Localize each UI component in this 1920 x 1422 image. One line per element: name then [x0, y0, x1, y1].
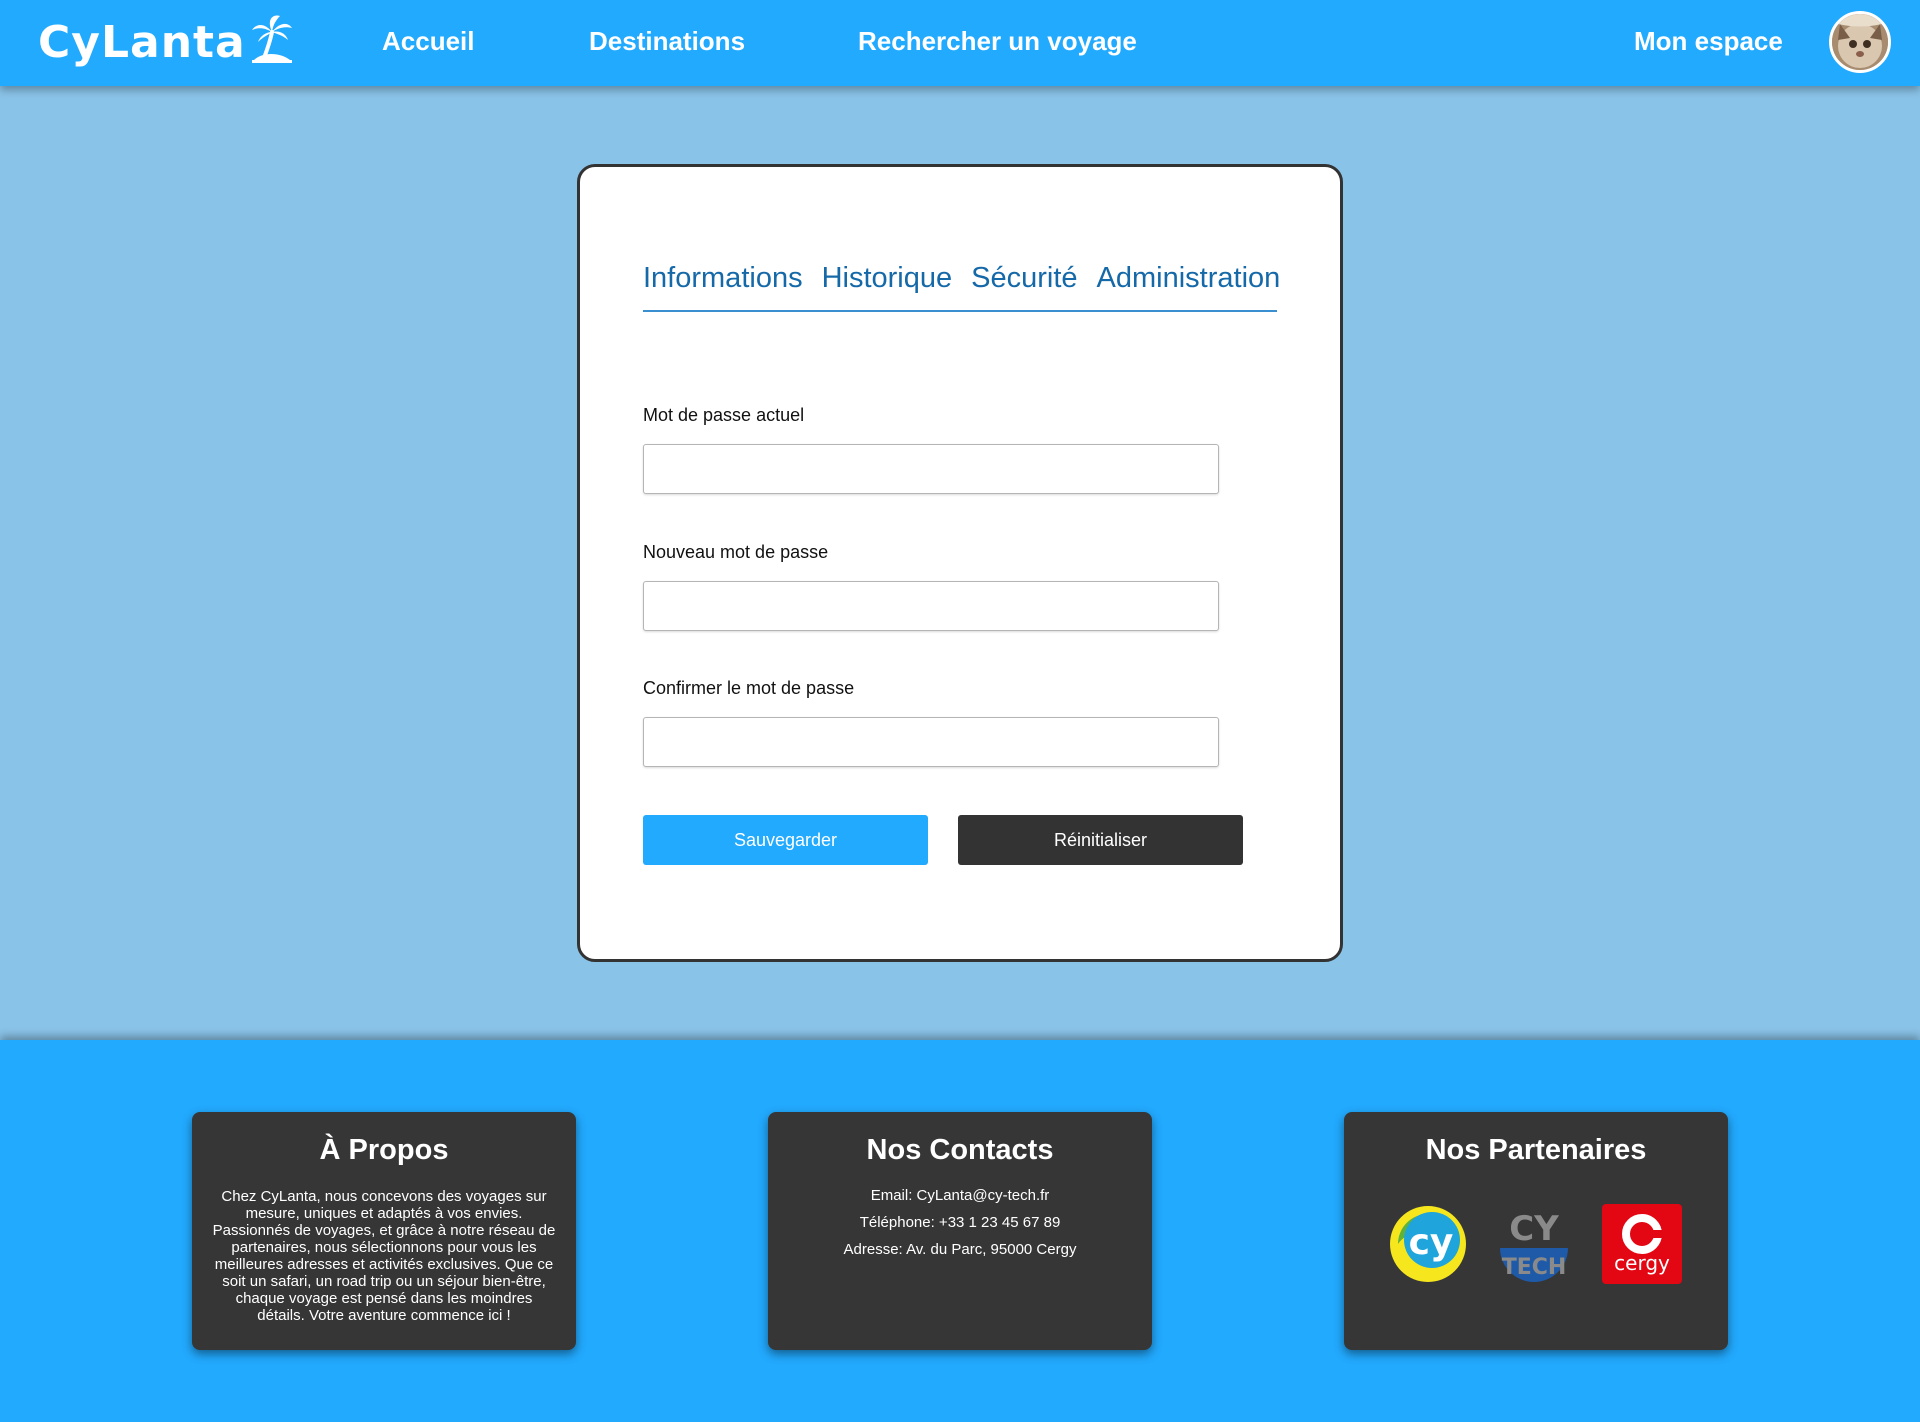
- footer-about-box: À Propos Chez CyLanta, nous concevons de…: [192, 1112, 576, 1350]
- tab-securite[interactable]: Sécurité: [971, 258, 1077, 298]
- svg-text:TECH: TECH: [1502, 1255, 1567, 1280]
- brand-name: CyLanta: [38, 16, 246, 68]
- about-text: Chez CyLanta, nous concevons des voyages…: [212, 1188, 556, 1324]
- partner-logos: cy CY TECH cergy: [1344, 1204, 1728, 1284]
- contacts-title: Nos Contacts: [866, 1134, 1054, 1166]
- contact-address: Adresse: Av. du Parc, 95000 Cergy: [843, 1241, 1077, 1258]
- nav-link-rechercher-voyage[interactable]: Rechercher un voyage: [858, 26, 1137, 57]
- new-password-input[interactable]: [643, 581, 1219, 631]
- partners-title: Nos Partenaires: [1425, 1134, 1647, 1166]
- current-password-label: Mot de passe actuel: [643, 405, 805, 425]
- about-title: À Propos: [319, 1134, 449, 1166]
- svg-text:CY: CY: [1509, 1209, 1559, 1249]
- profile-tabs: Informations Historique Sécurité Adminis…: [643, 258, 1280, 312]
- cy-logo-text: cy: [1409, 1222, 1454, 1263]
- contact-email[interactable]: Email: CyLanta@cy-tech.fr: [768, 1182, 1152, 1209]
- nav-link-accueil[interactable]: Accueil: [382, 26, 475, 57]
- contact-phone: Téléphone: +33 1 23 45 67 89: [859, 1214, 1061, 1231]
- cy-university-logo[interactable]: cy: [1388, 1204, 1468, 1284]
- nav-link-mon-espace[interactable]: Mon espace: [1634, 26, 1783, 57]
- tab-historique[interactable]: Historique: [822, 258, 953, 298]
- confirm-password-input[interactable]: [643, 717, 1219, 767]
- cergy-logo-text: cergy: [1614, 1251, 1670, 1275]
- footer-contacts-box: Nos Contacts Email: CyLanta@cy-tech.fr T…: [768, 1112, 1152, 1350]
- reset-button[interactable]: Réinitialiser: [958, 815, 1243, 865]
- footer-partners-box: Nos Partenaires cy CY TECH cergy: [1344, 1112, 1728, 1350]
- brand-logo[interactable]: CyLanta: [38, 12, 294, 72]
- current-password-input[interactable]: [643, 444, 1219, 494]
- avatar-photo-icon: [1832, 14, 1888, 70]
- cy-tech-logo[interactable]: CY TECH: [1494, 1204, 1574, 1284]
- cergy-logo[interactable]: cergy: [1602, 1204, 1682, 1284]
- save-button[interactable]: Sauvegarder: [643, 815, 928, 865]
- tab-administration[interactable]: Administration: [1097, 258, 1281, 298]
- palm-island-icon: [251, 15, 292, 63]
- top-navbar: CyLanta Accueil Destinations Rechercher …: [0, 0, 1920, 86]
- user-avatar[interactable]: [1829, 11, 1891, 73]
- confirm-password-label: Confirmer le mot de passe: [643, 678, 855, 698]
- nav-link-destinations[interactable]: Destinations: [589, 26, 745, 57]
- new-password-label: Nouveau mot de passe: [643, 542, 829, 562]
- tab-informations[interactable]: Informations: [643, 258, 803, 298]
